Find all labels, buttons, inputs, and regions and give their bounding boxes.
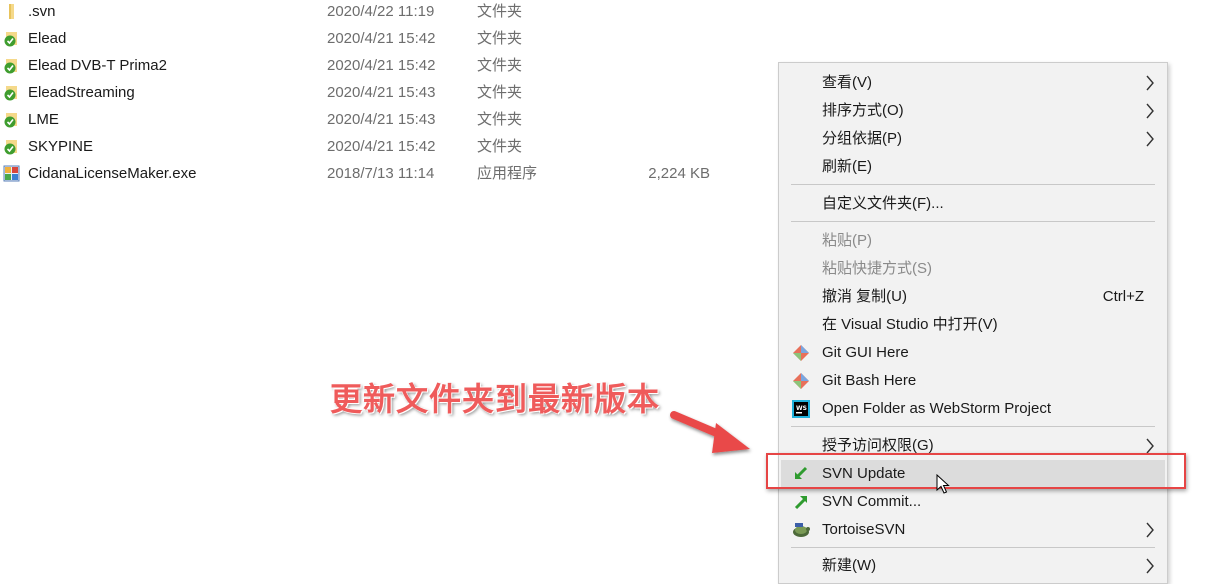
annotation-callout-text: 更新文件夹到最新版本 [330, 380, 661, 418]
file-date: 2020/4/21 15:43 [327, 111, 436, 128]
chevron-right-icon [1146, 103, 1154, 119]
file-row-skypine[interactable]: SKYPINE 2020/4/21 15:42 文件夹 [0, 133, 760, 160]
file-date: 2020/4/21 15:42 [327, 57, 436, 74]
webstorm-icon: WS [792, 400, 810, 418]
menu-item-label: 分组依据(P) [822, 130, 902, 147]
file-date: 2020/4/21 15:43 [327, 84, 436, 101]
menu-item-view[interactable]: 查看(V) [781, 69, 1165, 97]
git-bash-icon [793, 373, 809, 389]
menu-item-group-by[interactable]: 分组依据(P) [781, 125, 1165, 153]
file-date: 2018/7/13 11:14 [327, 165, 435, 182]
menu-item-customize-folder[interactable]: 自定义文件夹(F)... [781, 190, 1165, 218]
menu-item-label: Git Bash Here [822, 372, 917, 389]
chevron-right-icon [1146, 558, 1154, 574]
menu-item-label: 刷新(E) [822, 158, 872, 175]
svg-text:WS: WS [796, 405, 807, 412]
menu-item-label: SVN Commit... [822, 493, 922, 510]
file-name: EleadStreaming [28, 84, 135, 101]
file-list: .svn 2020/4/22 11:19 文件夹 Elead 2020/4/21… [0, 0, 760, 182]
file-type: 文件夹 [477, 84, 523, 101]
file-row-lme[interactable]: LME 2020/4/21 15:43 文件夹 [0, 106, 760, 133]
menu-item-open-folder-webstorm[interactable]: WS Open Folder as WebStorm Project [781, 395, 1165, 423]
menu-item-label: 新建(W) [822, 557, 877, 574]
annotation-highlight-box [766, 453, 1186, 489]
menu-item-label: Open Folder as WebStorm Project [822, 400, 1051, 417]
menu-item-tortoisesvn[interactable]: TortoiseSVN [781, 516, 1165, 544]
file-type: 文件夹 [477, 57, 523, 74]
svn-commit-icon [794, 496, 807, 510]
menu-item-label: 查看(V) [822, 74, 872, 91]
chevron-right-icon [1146, 522, 1154, 538]
file-name: Elead [28, 30, 67, 47]
file-type: 文件夹 [477, 138, 523, 155]
menu-item-open-in-visual-studio[interactable]: 在 Visual Studio 中打开(V) [781, 311, 1165, 339]
file-name: Elead DVB-T Prima2 [28, 57, 167, 74]
menu-item-refresh[interactable]: 刷新(E) [781, 153, 1165, 181]
annotation-arrow-icon [670, 411, 750, 453]
menu-item-label: 自定义文件夹(F)... [822, 195, 944, 212]
file-row-elead-dvbt[interactable]: Elead DVB-T Prima2 2020/4/21 15:42 文件夹 [0, 52, 760, 79]
menu-item-new[interactable]: 新建(W) [781, 552, 1165, 580]
file-date: 2020/4/22 11:19 [327, 3, 435, 20]
file-name: SKYPINE [28, 138, 94, 155]
file-type: 应用程序 [477, 165, 538, 182]
menu-separator [791, 184, 1155, 185]
menu-item-label: 粘贴快捷方式(S) [822, 260, 932, 277]
svn-folder-normal-icon [4, 140, 17, 155]
svn-folder-normal-icon [4, 59, 17, 74]
menu-item-undo-copy[interactable]: 撤消 复制(U) Ctrl+Z [781, 283, 1165, 311]
menu-item-label: TortoiseSVN [822, 521, 906, 538]
file-type: 文件夹 [477, 3, 523, 20]
file-size: 2,224 KB [648, 165, 710, 182]
menu-item-label: 排序方式(O) [822, 102, 904, 119]
exe-app-icon [3, 165, 20, 182]
menu-item-label: 撤消 复制(U) [822, 288, 907, 305]
svn-folder-normal-icon [4, 32, 17, 47]
file-row-cidanalicensemaker[interactable]: CidanaLicenseMaker.exe 2018/7/13 11:14 应… [0, 160, 760, 187]
folder-icon [9, 4, 14, 19]
menu-item-label: 在 Visual Studio 中打开(V) [822, 316, 998, 333]
file-row-eleadstreaming[interactable]: EleadStreaming 2020/4/21 15:43 文件夹 [0, 79, 760, 106]
file-type: 文件夹 [477, 30, 523, 47]
menu-item-shortcut: Ctrl+Z [1102, 288, 1144, 305]
menu-item-git-gui-here[interactable]: Git GUI Here [781, 339, 1165, 367]
file-row-elead[interactable]: Elead 2020/4/21 15:42 文件夹 [0, 25, 760, 52]
svn-folder-normal-icon [4, 86, 17, 101]
menu-item-sort-by[interactable]: 排序方式(O) [781, 97, 1165, 125]
menu-item-label: Git GUI Here [822, 344, 909, 361]
menu-separator [791, 547, 1155, 548]
mouse-cursor-icon [936, 474, 950, 494]
context-menu: 查看(V) 排序方式(O) 分组依据(P) 刷新(E) 自定义文件夹(F)...… [778, 62, 1168, 584]
menu-item-svn-commit[interactable]: SVN Commit... [781, 488, 1165, 516]
file-name: .svn [28, 3, 56, 20]
file-date: 2020/4/21 15:42 [327, 138, 436, 155]
file-name: LME [28, 111, 59, 128]
chevron-right-icon [1146, 75, 1154, 91]
tortoisesvn-icon [793, 523, 810, 537]
file-row-svn[interactable]: .svn 2020/4/22 11:19 文件夹 [0, 0, 760, 25]
chevron-right-icon [1146, 131, 1154, 147]
menu-item-label: 粘贴(P) [822, 232, 872, 249]
menu-separator [791, 426, 1155, 427]
menu-item-paste[interactable]: 粘贴(P) [781, 227, 1165, 255]
file-type: 文件夹 [477, 111, 523, 128]
file-date: 2020/4/21 15:42 [327, 30, 436, 47]
svn-folder-normal-icon [4, 113, 17, 128]
git-gui-icon [793, 345, 809, 361]
menu-separator [791, 221, 1155, 222]
file-name: CidanaLicenseMaker.exe [28, 165, 197, 182]
menu-item-git-bash-here[interactable]: Git Bash Here [781, 367, 1165, 395]
menu-item-paste-shortcut[interactable]: 粘贴快捷方式(S) [781, 255, 1165, 283]
